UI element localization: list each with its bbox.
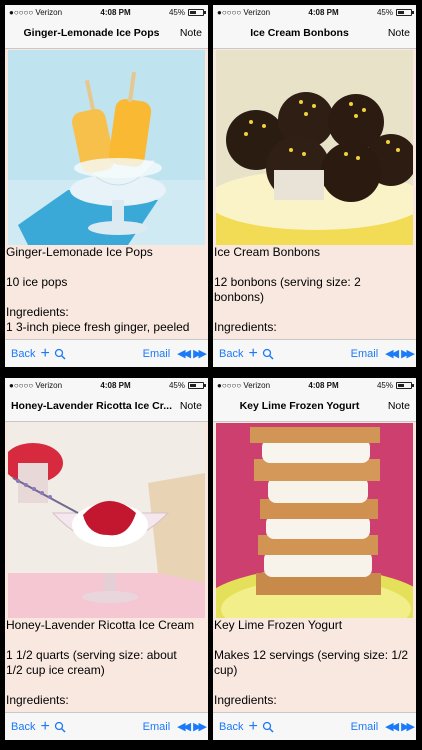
recipe-text: Ginger-Lemonade Ice Pops 10 ice pops Ing…	[5, 245, 208, 335]
previous-recipe-icon[interactable]: ◀◀	[385, 347, 399, 360]
battery-icon	[395, 381, 414, 389]
recipe-screen-bonbons: ●○○○○ Verizon 4:08 PM 45% Ice Cream Bonb…	[213, 5, 416, 367]
nav-bar: Ginger-Lemonade Ice Pops Note	[5, 19, 208, 49]
page-title: Ginger-Lemonade Ice Pops	[23, 27, 160, 39]
bottom-toolbar: Back + Email ◀◀ ▶▶	[213, 339, 416, 367]
recipe-name: Ice Cream Bonbons	[214, 245, 321, 259]
search-icon[interactable]	[54, 348, 66, 360]
recipe-yield: Makes 12 servings (serving size: 1/2	[214, 648, 409, 662]
ingredients-heading: Ingredients:	[214, 693, 277, 707]
back-button[interactable]: Back	[11, 348, 35, 360]
recipe-text: Honey-Lavender Ricotta Ice Cream 1 1/2 q…	[5, 618, 208, 708]
recipe-screen-honey-lavender: ●○○○○ Verizon 4:08 PM 45% Honey-Lavender…	[5, 378, 208, 740]
bottom-toolbar: Back + Email ◀◀ ▶▶	[5, 339, 208, 367]
recipe-yield-cont: cup)	[214, 663, 238, 677]
recipe-yield: 1 1/2 quarts (serving size: about	[6, 648, 177, 662]
recipe-yield-cont: 1/2 cup ice cream)	[6, 663, 105, 677]
recipe-photo	[216, 50, 413, 245]
add-icon[interactable]: +	[248, 345, 257, 362]
recipe-name: Ginger-Lemonade Ice Pops	[6, 245, 153, 259]
battery-icon	[187, 381, 206, 389]
recipe-name: Key Lime Frozen Yogurt	[214, 618, 343, 632]
battery-percent: 45%	[376, 7, 393, 17]
email-button[interactable]: Email	[143, 348, 171, 360]
status-bar: ●○○○○ Verizon 4:08 PM 45%	[213, 5, 416, 19]
recipe-name: Honey-Lavender Ricotta Ice Cream	[6, 618, 195, 632]
battery-icon	[187, 8, 206, 16]
previous-recipe-icon[interactable]: ◀◀	[385, 720, 399, 733]
search-icon[interactable]	[54, 721, 66, 733]
recipe-yield: 10 ice pops	[6, 275, 68, 289]
nav-bar: Key Lime Frozen Yogurt Note	[213, 392, 416, 422]
email-button[interactable]: Email	[143, 721, 171, 733]
next-recipe-icon[interactable]: ▶▶	[193, 720, 207, 733]
bottom-toolbar: Back + Email ◀◀ ▶▶	[213, 712, 416, 740]
add-icon[interactable]: +	[248, 718, 257, 735]
page-title: Key Lime Frozen Yogurt	[239, 400, 360, 412]
recipe-yield-cont: bonbons)	[214, 290, 265, 304]
battery-icon	[395, 8, 414, 16]
next-recipe-icon[interactable]: ▶▶	[401, 720, 415, 733]
nav-bar: Honey-Lavender Ricotta Ice Cr... Note	[5, 392, 208, 422]
add-icon[interactable]: +	[40, 345, 49, 362]
clock: 4:08 PM	[308, 7, 339, 17]
battery-percent: 45%	[168, 380, 185, 390]
back-button[interactable]: Back	[219, 721, 243, 733]
carrier-label: ●○○○○ Verizon	[9, 380, 63, 390]
status-bar: ●○○○○ Verizon 4:08 PM 45%	[213, 378, 416, 392]
email-button[interactable]: Email	[351, 721, 379, 733]
recipe-photo	[8, 423, 205, 618]
email-button[interactable]: Email	[351, 348, 379, 360]
ingredient-line: 1 3-inch piece fresh ginger, peeled	[6, 320, 190, 334]
search-icon[interactable]	[262, 348, 274, 360]
battery-percent: 45%	[376, 380, 393, 390]
clock: 4:08 PM	[100, 380, 131, 390]
clock: 4:08 PM	[100, 7, 131, 17]
recipe-photo	[216, 423, 413, 618]
battery-percent: 45%	[168, 7, 185, 17]
recipe-screen-ice-pops: ●○○○○ Verizon 4:08 PM 45% Ginger-Lemonad…	[5, 5, 208, 367]
page-title: Honey-Lavender Ricotta Ice Cr...	[10, 400, 173, 412]
carrier-label: ●○○○○ Verizon	[217, 7, 271, 17]
note-button[interactable]: Note	[388, 19, 410, 48]
back-button[interactable]: Back	[11, 721, 35, 733]
clock: 4:08 PM	[308, 380, 339, 390]
previous-recipe-icon[interactable]: ◀◀	[177, 720, 191, 733]
recipe-photo	[8, 50, 205, 245]
back-button[interactable]: Back	[219, 348, 243, 360]
next-recipe-icon[interactable]: ▶▶	[193, 347, 207, 360]
carrier-label: ●○○○○ Verizon	[217, 380, 271, 390]
note-button[interactable]: Note	[180, 392, 202, 421]
search-icon[interactable]	[262, 721, 274, 733]
add-icon[interactable]: +	[40, 718, 49, 735]
nav-bar: Ice Cream Bonbons Note	[213, 19, 416, 49]
ingredients-heading: Ingredients:	[6, 305, 69, 319]
recipe-screen-key-lime: ●○○○○ Verizon 4:08 PM 45% Key Lime Froze…	[213, 378, 416, 740]
ingredients-heading: Ingredients:	[214, 320, 277, 334]
status-bar: ●○○○○ Verizon 4:08 PM 45%	[5, 378, 208, 392]
page-title: Ice Cream Bonbons	[250, 27, 349, 39]
next-recipe-icon[interactable]: ▶▶	[401, 347, 415, 360]
bottom-toolbar: Back + Email ◀◀ ▶▶	[5, 712, 208, 740]
carrier-label: ●○○○○ Verizon	[9, 7, 63, 17]
recipe-text: Key Lime Frozen Yogurt Makes 12 servings…	[213, 618, 416, 708]
recipe-text: Ice Cream Bonbons 12 bonbons (serving si…	[213, 245, 416, 335]
note-button[interactable]: Note	[388, 392, 410, 421]
note-button[interactable]: Note	[180, 19, 202, 48]
recipe-yield: 12 bonbons (serving size: 2	[214, 275, 361, 289]
status-bar: ●○○○○ Verizon 4:08 PM 45%	[5, 5, 208, 19]
ingredients-heading: Ingredients:	[6, 693, 69, 707]
previous-recipe-icon[interactable]: ◀◀	[177, 347, 191, 360]
